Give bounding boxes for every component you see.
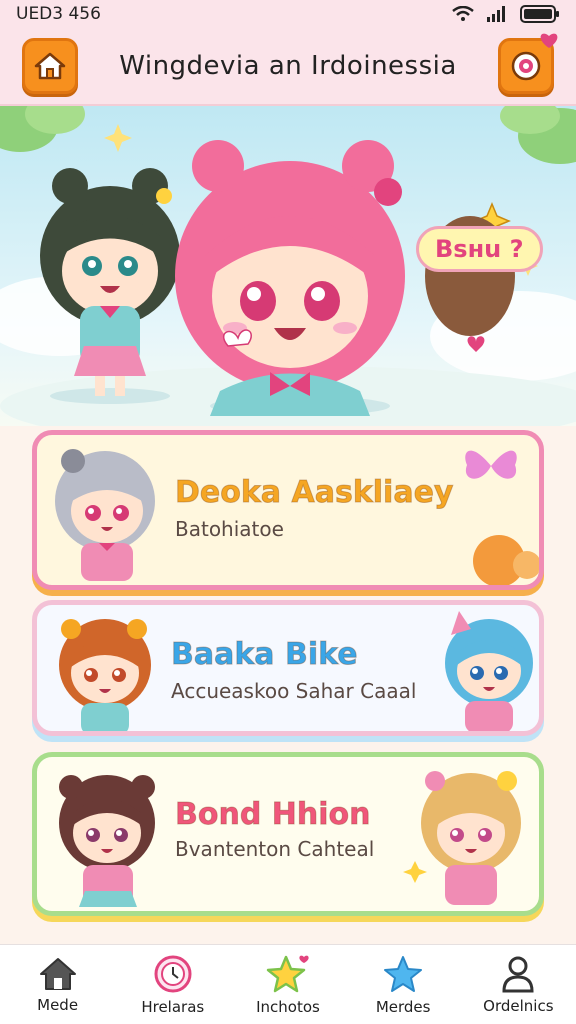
home-icon [34, 52, 66, 80]
home-icon [39, 957, 76, 990]
clock-icon [154, 955, 192, 992]
status-icons [452, 5, 560, 23]
star-icon [266, 955, 309, 992]
status-time: UED3 456 [16, 4, 101, 24]
card-character [55, 449, 155, 581]
app-header: Wingdevia an Irdoinessia [0, 28, 576, 106]
speech-bubble: Bsнu ? [416, 226, 543, 272]
bottom-nav: Mede Hrelaras Inchotos Merdes Ordelnics [0, 944, 576, 1024]
star-icon [384, 955, 423, 992]
nav-label: Merdes [375, 997, 431, 1016]
card-subtitle: Batohiatoe [175, 517, 284, 541]
card-title: Bond Hhion [174, 797, 371, 833]
profile-icon [502, 956, 534, 992]
nav-label: Mede [37, 995, 79, 1014]
butterfly-icon [465, 450, 517, 479]
card-subtitle: Accueaskoo Sahar Caaal [171, 679, 417, 703]
nav-item-ordelnics[interactable]: Ordelnics [463, 955, 573, 1015]
nav-item-merdes[interactable]: Merdes [348, 954, 458, 1016]
card-character [445, 611, 533, 731]
heart-icon [540, 33, 558, 48]
battery-icon [520, 5, 559, 23]
home-button[interactable] [22, 38, 78, 94]
page-title: Wingdevia an Irdoinessia [119, 51, 457, 81]
wifi-icon [452, 6, 474, 21]
level-card-3[interactable]: Bond Hhion Bvantenton Cahteal [32, 752, 544, 916]
card-title: Baaka Bike [171, 637, 359, 673]
nav-item-hrelaras[interactable]: Hrelaras [118, 954, 228, 1016]
level-card-1[interactable]: Deoka Aaskliaey Batohiatoe [32, 430, 544, 590]
card-character [59, 619, 151, 731]
nav-item-inchotos[interactable]: Inchotos [233, 954, 343, 1016]
candy-decoration [473, 535, 539, 585]
card-title: Deoka Aaskliaey [174, 475, 454, 511]
nav-label: Inchotos [256, 997, 320, 1016]
camera-button[interactable] [498, 33, 558, 94]
level-card-2[interactable]: Baaka Bike Accueaskoo Sahar Caaal [32, 600, 544, 736]
card-subtitle: Bvantenton Cahteal [175, 837, 375, 861]
nav-item-mede[interactable]: Mede [3, 956, 113, 1014]
nav-label: Hrelaras [141, 997, 205, 1016]
nav-label: Ordelnics [483, 996, 554, 1015]
signal-icon [487, 6, 505, 22]
status-bar: UED3 456 [0, 0, 576, 28]
card-character [403, 771, 521, 905]
hero-banner: Bsнu ? [0, 106, 576, 426]
card-character [59, 775, 155, 907]
camera-icon [511, 51, 541, 81]
